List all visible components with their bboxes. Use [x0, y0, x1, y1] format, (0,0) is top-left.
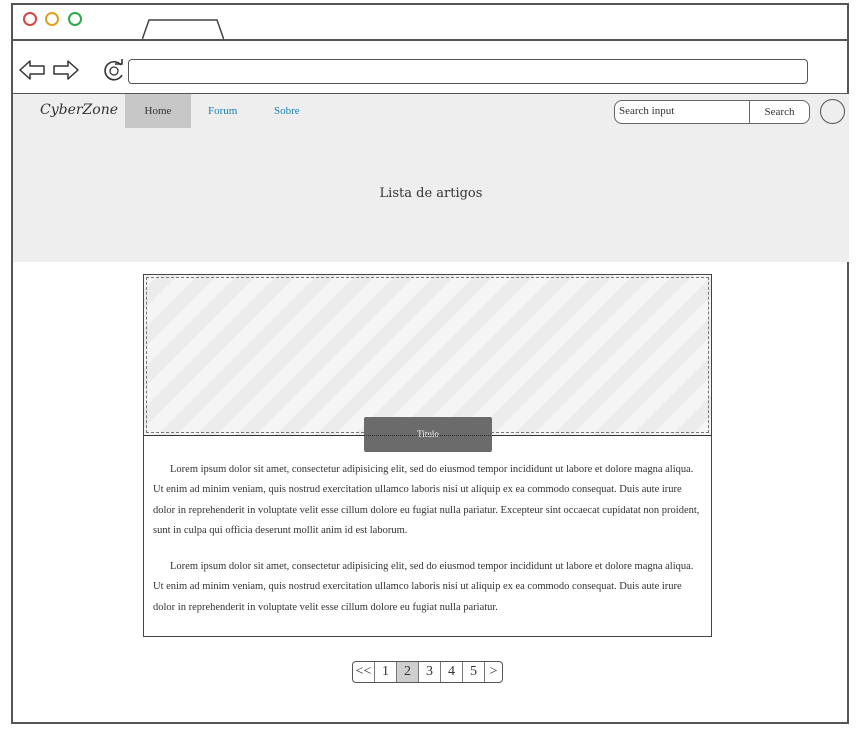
- nav-item-sobre[interactable]: Sobre: [274, 94, 300, 128]
- brand-logo[interactable]: CyberZone: [40, 102, 118, 118]
- pagination-page-5[interactable]: 5: [463, 662, 485, 682]
- search-button[interactable]: Search: [749, 100, 810, 124]
- nav-item-forum[interactable]: Forum: [208, 94, 237, 128]
- browser-titlebar: [11, 3, 849, 41]
- browser-tab[interactable]: [142, 19, 224, 41]
- reload-icon[interactable]: [101, 58, 127, 84]
- pagination-page-1[interactable]: 1: [375, 662, 397, 682]
- nav-item-home[interactable]: Home: [125, 94, 191, 128]
- article-image-placeholder: [144, 275, 711, 436]
- pagination-next[interactable]: >: [485, 662, 502, 682]
- pagination-page-4[interactable]: 4: [441, 662, 463, 682]
- pagination-page-3[interactable]: 3: [419, 662, 441, 682]
- search-input[interactable]: Search input: [614, 100, 752, 124]
- article-body: Lorem ipsum dolor sit amet, consectetur …: [153, 460, 705, 634]
- close-window-icon[interactable]: [23, 12, 37, 26]
- url-field[interactable]: [128, 59, 808, 84]
- image-dashed-border: [146, 277, 709, 433]
- maximize-window-icon[interactable]: [68, 12, 82, 26]
- title-divider: [144, 435, 711, 436]
- forward-arrow-icon[interactable]: [52, 59, 80, 81]
- pagination-page-2[interactable]: 2: [397, 662, 419, 682]
- page-title: Lista de artigos: [379, 186, 483, 201]
- minimize-window-icon[interactable]: [45, 12, 59, 26]
- article-card: Lorem ipsum dolor sit amet, consectetur …: [143, 274, 712, 637]
- pagination: << 1 2 3 4 5 >: [352, 661, 503, 683]
- user-avatar[interactable]: [820, 99, 845, 124]
- article-paragraph: Lorem ipsum dolor sit amet, consectetur …: [153, 464, 700, 536]
- pagination-first[interactable]: <<: [353, 662, 375, 682]
- back-arrow-icon[interactable]: [18, 59, 46, 81]
- article-paragraph: Lorem ipsum dolor sit amet, consectetur …: [153, 561, 694, 613]
